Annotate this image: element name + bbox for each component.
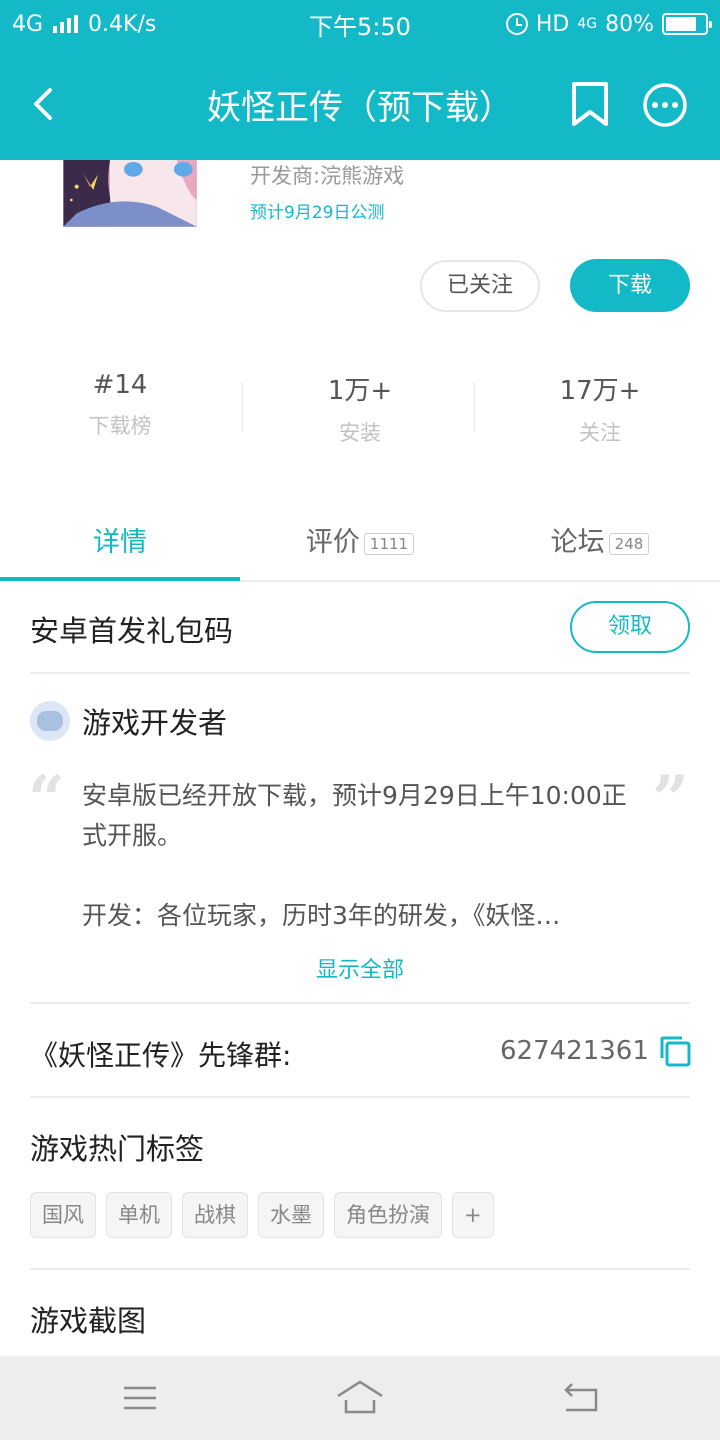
divider bbox=[30, 1268, 690, 1270]
release-date: 预计9月29日公测 bbox=[250, 203, 385, 223]
network-type-2: 4G bbox=[577, 16, 598, 32]
menu-icon[interactable] bbox=[120, 1382, 160, 1414]
system-nav-bar bbox=[0, 1356, 720, 1440]
tag-chip[interactable]: 战棋 bbox=[182, 1192, 248, 1238]
divider bbox=[30, 672, 690, 674]
claim-button[interactable]: 领取 bbox=[570, 601, 690, 653]
stat-followers: 17万+ 关注 bbox=[480, 370, 720, 447]
stat-installs: 1万+ 安装 bbox=[240, 370, 480, 447]
back-arrow-icon[interactable] bbox=[22, 82, 66, 126]
tag-chip[interactable]: 水墨 bbox=[258, 1192, 324, 1238]
net-speed: 0.4K/s bbox=[88, 11, 157, 37]
divider bbox=[30, 1002, 690, 1004]
add-tag-button[interactable]: + bbox=[452, 1192, 494, 1238]
stat-rank[interactable]: #14 下载榜 bbox=[0, 370, 240, 440]
tab-bar: 详情 评价 1111 论坛 248 bbox=[0, 500, 720, 582]
follow-button[interactable]: 已关注 bbox=[420, 260, 540, 312]
show-all-link[interactable]: 显示全部 bbox=[0, 952, 720, 984]
developer-avatar-icon bbox=[30, 701, 70, 741]
battery-percent: 80% bbox=[605, 11, 654, 37]
stat-value: 1万+ bbox=[327, 376, 393, 406]
count-badge: 248 bbox=[608, 532, 650, 555]
group-label: 《妖怪正传》先锋群: bbox=[30, 1039, 292, 1072]
stat-value: 17万+ bbox=[559, 376, 641, 406]
alarm-icon bbox=[505, 13, 528, 35]
tag-list: 国风 单机 战棋 水墨 角色扮演 + bbox=[30, 1192, 494, 1238]
stat-label: 安装 bbox=[339, 421, 381, 445]
battery-icon bbox=[662, 13, 712, 35]
tab-indicator bbox=[0, 577, 240, 581]
home-icon[interactable] bbox=[334, 1378, 386, 1418]
status-bar: 4G 0.4K/s 下午5:50 HD 4G 80% bbox=[0, 0, 720, 48]
count-badge: 1111 bbox=[363, 532, 415, 555]
bookmark-icon[interactable] bbox=[568, 80, 612, 128]
stat-label: 下载榜 bbox=[88, 414, 152, 438]
divider bbox=[30, 1096, 690, 1098]
stat-label: 关注 bbox=[579, 421, 621, 445]
back-icon[interactable] bbox=[558, 1380, 602, 1416]
divider bbox=[474, 382, 475, 432]
tag-chip[interactable]: 角色扮演 bbox=[334, 1192, 442, 1238]
tag-chip[interactable]: 单机 bbox=[106, 1192, 172, 1238]
developer-note-text: 安卓版已经开放下载，预计9月29日上午10:00正式开服。 开发：各位玩家，历时… bbox=[82, 776, 642, 936]
tag-chip[interactable]: 国风 bbox=[30, 1192, 96, 1238]
title-bar: 妖怪正传（预下载） bbox=[0, 48, 720, 160]
tab-forum[interactable]: 论坛 248 bbox=[480, 520, 720, 559]
stats-row: #14 下载榜 1万+ 安装 17万+ 关注 bbox=[0, 370, 720, 450]
tab-reviews[interactable]: 评价 1111 bbox=[240, 520, 480, 559]
tab-label: 论坛 bbox=[550, 527, 605, 558]
stat-value: #14 bbox=[92, 370, 148, 400]
developer-section-title: 游戏开发者 bbox=[82, 706, 228, 740]
network-type: 4G bbox=[12, 11, 44, 37]
tab-details[interactable]: 详情 bbox=[0, 520, 240, 559]
tab-label: 详情 bbox=[93, 527, 147, 558]
more-icon[interactable] bbox=[642, 82, 688, 128]
download-button[interactable]: 下载 bbox=[570, 259, 690, 312]
screenshots-title: 游戏截图 bbox=[30, 1304, 147, 1338]
developer-name: 开发商:浣熊游戏 bbox=[250, 164, 405, 188]
copy-icon[interactable] bbox=[658, 1034, 692, 1068]
app-icon[interactable] bbox=[30, 160, 230, 260]
tags-title: 游戏热门标签 bbox=[30, 1132, 205, 1166]
open-quote-icon: “ bbox=[28, 762, 65, 837]
group-number: 627421361 bbox=[500, 1036, 649, 1066]
gift-code-title: 安卓首发礼包码 bbox=[30, 614, 234, 648]
hd-indicator: HD bbox=[535, 11, 570, 37]
page-title: 妖怪正传（预下载） bbox=[207, 88, 513, 128]
tab-label: 评价 bbox=[305, 527, 360, 558]
note-paragraph: 安卓版已经开放下载，预计9月29日上午10:00正式开服。 bbox=[82, 781, 627, 850]
note-paragraph: 开发：各位玩家，历时3年的研发，《妖怪… bbox=[82, 901, 561, 930]
signal-icon bbox=[53, 15, 79, 33]
close-quote-icon: ” bbox=[652, 762, 689, 837]
